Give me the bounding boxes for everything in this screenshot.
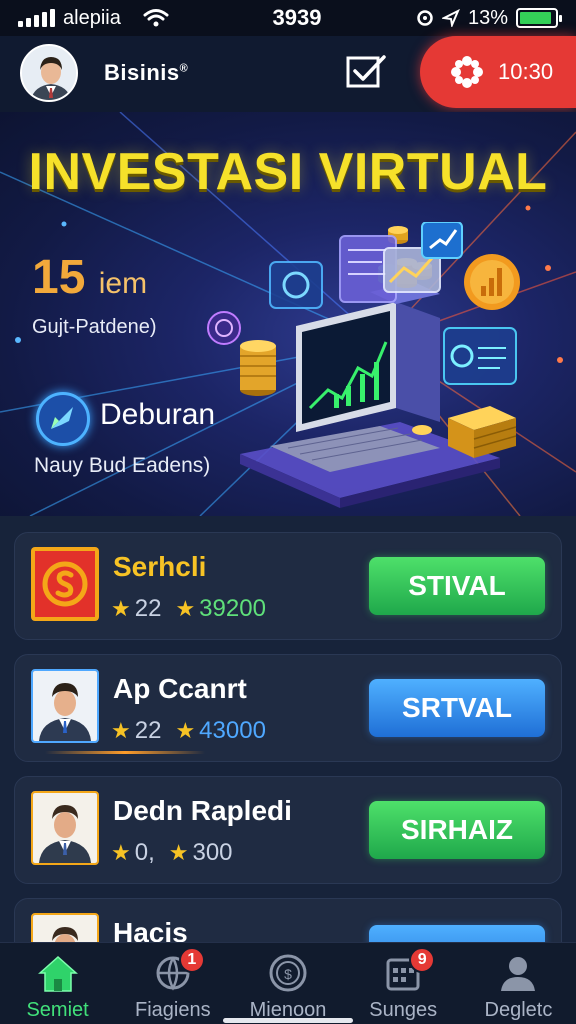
bottom-nav: Semiet 1 Fiagiens $ Mienoon 9 Sunges Deg…	[0, 942, 576, 1024]
user-icon	[496, 951, 540, 995]
star-icon: ★	[111, 840, 131, 865]
feature-subtitle: Nauy Bud Eadens)	[34, 454, 211, 477]
play-button[interactable]: SRTVAL	[369, 679, 545, 737]
status-time: 3939	[272, 5, 322, 30]
app-name: Bisinis®	[104, 60, 189, 85]
rocket-icon	[36, 392, 90, 446]
home-indicator	[223, 1018, 353, 1023]
stat-number: 15 iem	[32, 251, 148, 304]
avatar	[31, 669, 99, 743]
item-stats: ★ 22 ★ 39200	[111, 595, 266, 622]
timer-label: 10:30	[498, 59, 554, 84]
svg-text:$: $	[284, 966, 292, 982]
star-icon: ★	[175, 596, 196, 621]
item-title: Serhcli	[113, 551, 207, 582]
globe-icon: 1	[151, 947, 205, 995]
investment-illustration	[207, 222, 520, 508]
coin-icon: $	[266, 951, 310, 995]
coin-logo-icon	[31, 547, 99, 621]
checklist-icon[interactable]	[346, 54, 386, 90]
wifi-icon	[143, 9, 169, 27]
stat-subtitle: Gujt-Patdene)	[32, 316, 157, 338]
item-stats: ★ 0, ★ 300	[111, 839, 233, 866]
item-stats: ★ 22 ★ 43000	[111, 717, 266, 744]
sync-icon	[417, 10, 433, 26]
avatar[interactable]	[20, 44, 78, 102]
item-title: Dedn Rapledi	[113, 795, 292, 826]
flower-icon	[451, 56, 483, 88]
promo-banner[interactable]: INVESTASI VIRTUAL 15 iem Gujt-Patdene) D…	[0, 112, 576, 516]
nav-label: Semiet	[26, 999, 89, 1021]
app-header: Bisinis® 10:30	[0, 36, 576, 112]
star-icon: ★	[111, 596, 131, 621]
nav-item-semiet[interactable]: Semiet	[0, 943, 115, 1024]
status-bar: alepiia 3939 13%	[0, 0, 576, 36]
notification-badge: 9	[409, 947, 436, 973]
list-item[interactable]: Ap Ccanrt ★ 22 ★ 43000 SRTVAL	[14, 654, 562, 762]
nav-label: Sunges	[369, 999, 438, 1021]
play-button[interactable]: STIVAL	[369, 557, 545, 615]
list-item[interactable]: Dedn Rapledi ★ 0, ★ 300 SIRHAIZ	[14, 776, 562, 884]
timer-button[interactable]: 10:30	[420, 36, 576, 108]
nav-item-degletc[interactable]: Degletc	[461, 943, 576, 1024]
location-icon	[441, 9, 460, 27]
nav-item-mienoon[interactable]: $ Mienoon	[230, 943, 345, 1024]
carrier-label: alepiia	[63, 6, 121, 29]
notification-badge: 1	[178, 947, 205, 973]
nav-item-sunges[interactable]: 9 Sunges	[346, 943, 461, 1024]
nav-item-fiagiens[interactable]: 1 Fiagiens	[115, 943, 230, 1024]
battery-percent: 13%	[467, 6, 508, 29]
item-title: Ap Ccanrt	[113, 673, 247, 704]
star-icon: ★	[168, 840, 189, 865]
home-icon	[36, 951, 80, 995]
battery-icon	[516, 8, 562, 28]
banner-title: INVESTASI VIRTUAL	[28, 143, 548, 201]
star-icon: ★	[175, 718, 196, 743]
star-icon: ★	[111, 718, 131, 743]
list-item[interactable]: Serhcli ★ 22 ★ 39200 STIVAL	[14, 532, 562, 640]
signal-icon	[18, 9, 55, 27]
feature-title: Deburan	[100, 398, 216, 431]
calendar-icon: 9	[381, 947, 436, 995]
game-list: Serhcli ★ 22 ★ 39200 STIVAL Ap Ccanrt ★ 22 …	[0, 516, 576, 1006]
divider-glow	[45, 751, 205, 754]
nav-label: Fiagiens	[135, 999, 211, 1021]
play-button[interactable]: SIRHAIZ	[369, 801, 545, 859]
nav-label: Degletc	[484, 999, 553, 1021]
avatar	[31, 791, 99, 865]
